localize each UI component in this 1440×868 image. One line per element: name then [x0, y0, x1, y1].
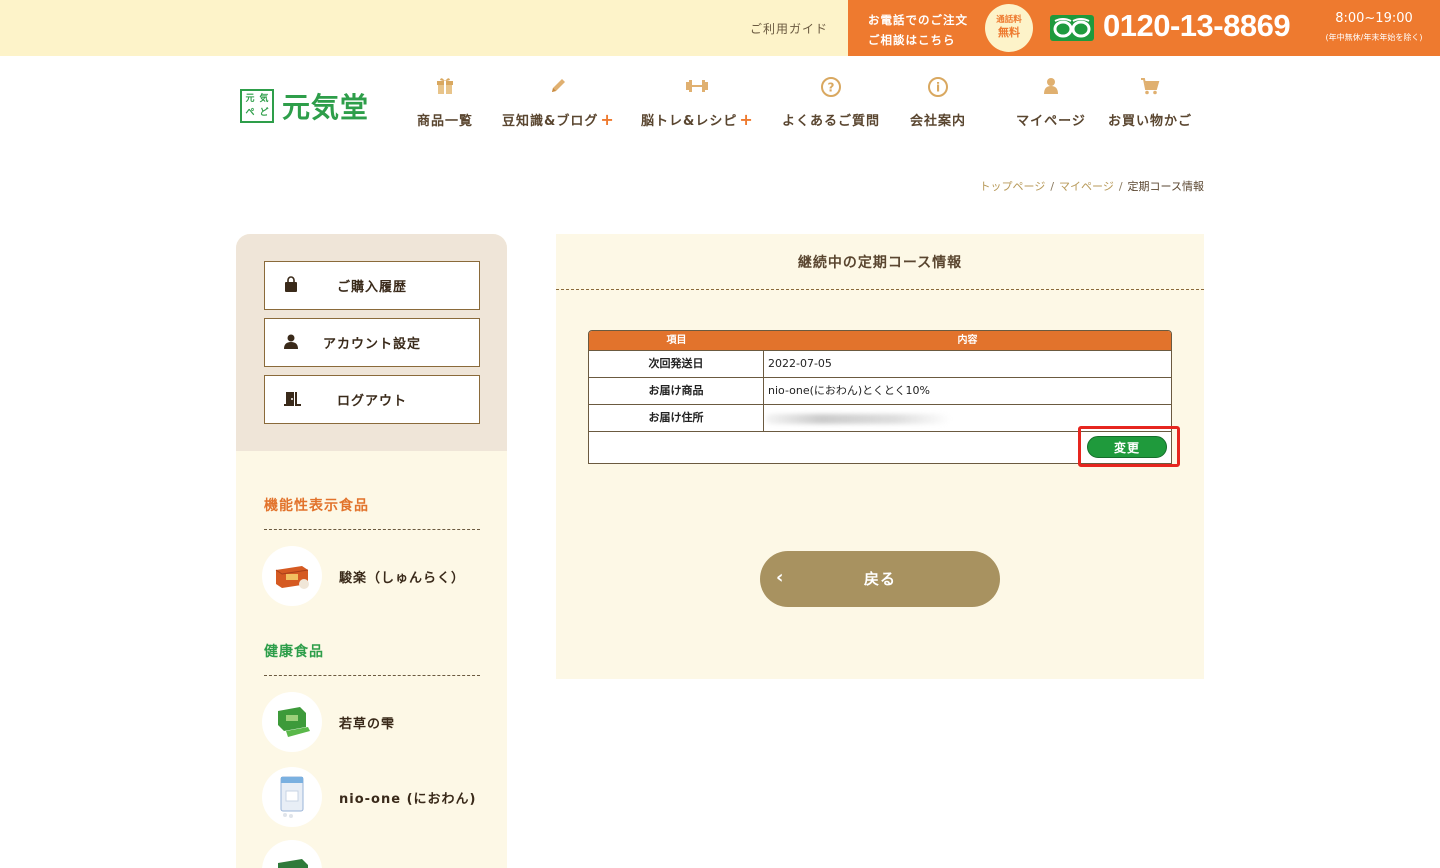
business-hours: 8:00~19:00 (年中無休/年末年始を除く): [1314, 11, 1434, 45]
dumbbell-icon: [641, 76, 753, 98]
delivery-product: nio-one(におわん)とくとく10%: [768, 384, 930, 397]
expand-plus-icon[interactable]: +: [600, 110, 614, 129]
product-name: 駿楽（しゅんらく）: [339, 570, 466, 586]
svg-text:?: ?: [828, 81, 835, 95]
page-title: 継続中の定期コース情報: [797, 255, 963, 271]
nav-label: 会社案内: [909, 114, 966, 129]
account-settings-button[interactable]: アカウント設定: [264, 318, 480, 367]
user-icon: [283, 333, 299, 351]
user-icon: [1015, 76, 1087, 98]
hours-note: (年中無休/年末年始を除く): [1325, 33, 1423, 42]
nav-label: 豆知識&ブログ: [502, 114, 599, 129]
next-shipment-date: 2022-07-05: [768, 357, 832, 370]
free-badge-line-2: 無料: [998, 26, 1020, 39]
nav-label: 脳トレ&レシピ: [641, 114, 738, 129]
product-item-wakakusa[interactable]: 若草の雫: [262, 692, 492, 752]
account-menu: ご購入履歴 アカウント設定 ログアウト: [236, 234, 507, 451]
logo-mark-char: ど: [259, 107, 269, 118]
nav-mypage[interactable]: マイページ: [1015, 76, 1087, 130]
nav-label: マイページ: [1016, 114, 1086, 129]
logo-mark-char: 気: [259, 93, 269, 104]
category-divider: [264, 675, 480, 676]
product-item-shunraku[interactable]: 駿楽（しゅんらく）: [262, 546, 492, 606]
nav-label-wrap: 脳トレ&レシピ +: [641, 110, 753, 129]
freedial-icon: [1050, 15, 1094, 41]
title-divider: [556, 289, 1204, 290]
category-heading-health: 健康食品: [264, 644, 324, 660]
phone-number[interactable]: 0120-13-8869: [1103, 8, 1291, 44]
door-icon: [283, 390, 301, 408]
pencil-icon: [502, 76, 614, 98]
product-thumbnail: [262, 840, 322, 868]
column-header-item: 項目: [666, 335, 687, 346]
logo-mark-char: 元: [245, 93, 255, 104]
nav-company[interactable]: i 会社案内: [908, 76, 968, 130]
bag-icon: [283, 276, 299, 294]
logo-text: 元気堂: [282, 91, 370, 124]
category-divider: [264, 529, 480, 530]
nav-cart[interactable]: お買い物かご: [1107, 76, 1193, 130]
sidebar: ご購入履歴 アカウント設定 ログアウト 機能性表示食品 駿楽（しゅんらく） 健康…: [236, 234, 507, 868]
breadcrumb-current: 定期コース情報: [1127, 180, 1204, 193]
cart-icon: [1107, 76, 1193, 98]
svg-text:i: i: [936, 81, 940, 95]
breadcrumb-separator: /: [1050, 180, 1055, 193]
row-label: お届け住所: [589, 405, 764, 431]
chevron-left-icon: ‹: [776, 567, 784, 588]
breadcrumb-home[interactable]: トップページ: [980, 180, 1046, 193]
product-name: 若草の雫: [339, 716, 396, 732]
nav-label: 商品一覧: [416, 114, 473, 129]
question-icon: ?: [781, 76, 881, 98]
info-icon: i: [908, 76, 968, 98]
table-header: 項目 内容: [589, 331, 1171, 350]
category-heading-functional: 機能性表示食品: [264, 498, 369, 514]
purchase-history-button[interactable]: ご購入履歴: [264, 261, 480, 310]
product-name: nio-one (におわん): [339, 791, 477, 807]
nav-label: お買い物かご: [1107, 114, 1192, 129]
product-thumbnail: [262, 546, 322, 606]
row-label: 次回発送日: [589, 351, 764, 377]
nav-products[interactable]: 商品一覧: [410, 76, 480, 130]
gift-icon: [410, 76, 480, 98]
logout-button[interactable]: ログアウト: [264, 375, 480, 424]
row-label: お届け商品: [589, 378, 764, 404]
product-thumbnail: [262, 692, 322, 752]
back-button-label: 戻る: [863, 570, 896, 588]
column-header-content: 内容: [957, 335, 978, 346]
product-item-next[interactable]: [262, 840, 492, 868]
blurred-address: [766, 414, 951, 424]
back-button[interactable]: ‹ 戻る: [760, 551, 1000, 607]
table-row: お届け商品 nio-one(におわん)とくとく10%: [589, 377, 1171, 404]
site-logo[interactable]: 元 気 ぺ ど 元気堂: [240, 88, 369, 124]
top-bar: ご利用ガイド お電話でのご注文 ご相談はこちら 通話料 無料 0120-13-8…: [0, 0, 1440, 56]
product-thumbnail: [262, 767, 322, 827]
expand-plus-icon[interactable]: +: [739, 110, 753, 129]
phone-note: お電話でのご注文 ご相談はこちら: [868, 10, 968, 50]
breadcrumb-mypage[interactable]: マイページ: [1059, 180, 1114, 193]
phone-order-box[interactable]: お電話でのご注文 ご相談はこちら 通話料 無料 0120-13-8869 8:0…: [848, 0, 1440, 56]
nav-label: よくあるご質問: [781, 114, 880, 129]
nav-faq[interactable]: ? よくあるご質問: [781, 76, 881, 130]
table-row: 次回発送日 2022-07-05: [589, 350, 1171, 377]
hours-time: 8:00~19:00: [1335, 11, 1413, 26]
phone-note-line-1: お電話でのご注文: [868, 13, 968, 27]
nav-brain-training[interactable]: 脳トレ&レシピ +: [641, 76, 753, 130]
logo-mark-char: ぺ: [245, 107, 255, 118]
breadcrumb: トップページ / マイページ / 定期コース情報: [980, 178, 1204, 194]
nav-label-wrap: 豆知識&ブログ +: [502, 110, 614, 129]
product-item-nio-one[interactable]: nio-one (におわん): [262, 767, 492, 827]
breadcrumb-separator: /: [1118, 180, 1123, 193]
free-call-badge: 通話料 無料: [985, 4, 1033, 52]
nav-blog[interactable]: 豆知識&ブログ +: [502, 76, 614, 130]
free-badge-line-1: 通話料: [996, 15, 1022, 25]
logo-mark: 元 気 ぺ ど: [240, 89, 274, 123]
guide-link[interactable]: ご利用ガイド: [750, 20, 828, 37]
phone-note-line-2: ご相談はこちら: [868, 33, 956, 47]
highlight-box: [1078, 426, 1180, 467]
